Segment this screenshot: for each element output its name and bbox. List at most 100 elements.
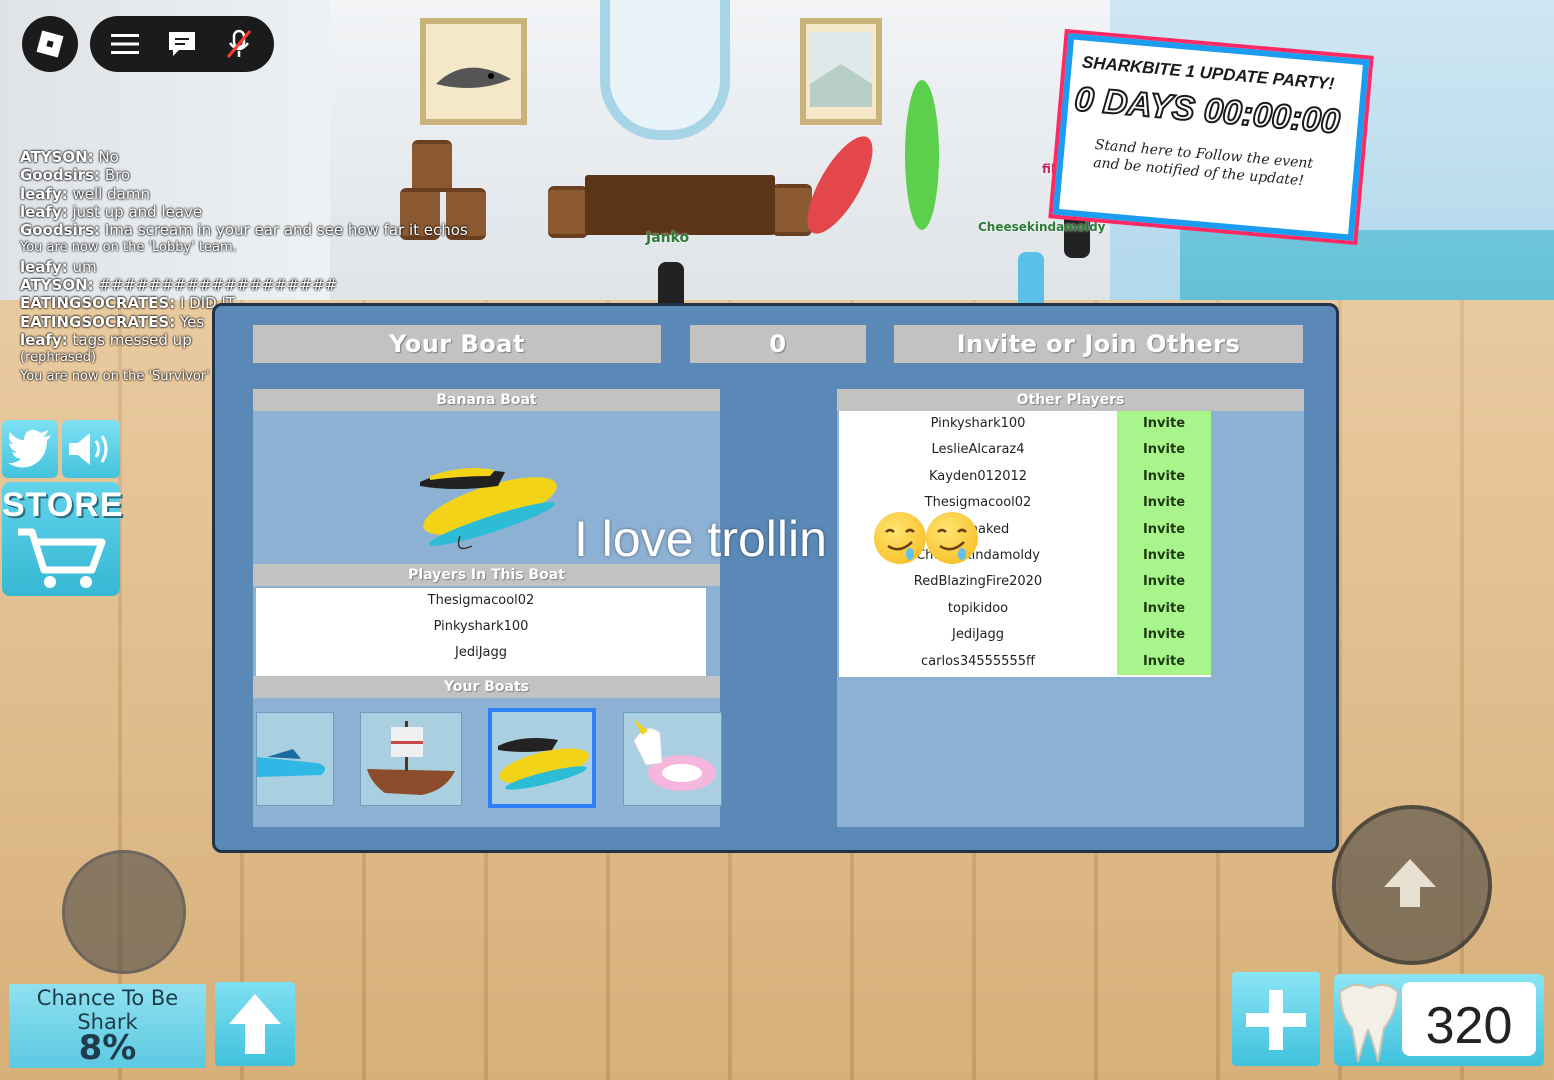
- counter-table: [585, 175, 775, 235]
- other-player-name: Pinkyshark100: [930, 416, 1026, 431]
- boat-dialog: Your Boat 0 Invite or Join Others Banana…: [212, 303, 1339, 853]
- life-ring-decoration: [600, 0, 730, 140]
- chat-author[interactable]: leafy:: [20, 185, 68, 203]
- boat-tile-banana-boat[interactable]: [488, 708, 596, 808]
- chat-message: leafy: well damn: [20, 185, 490, 203]
- green-kayak: [905, 80, 939, 230]
- store-button[interactable]: STORE: [2, 482, 124, 596]
- plus-icon: [1246, 990, 1306, 1050]
- shark-chance-box: Chance To Be Shark 8%: [9, 984, 206, 1068]
- chat-message: ATYSON: ###################: [20, 276, 490, 294]
- store-label: STORE: [2, 486, 124, 524]
- buy-teeth-button[interactable]: [1232, 972, 1320, 1066]
- nametag-cheese: Cheesekindamoldy: [978, 220, 1106, 234]
- chat-message: ATYSON: No: [20, 148, 490, 166]
- other-player-name: Kayden012012: [928, 468, 1028, 484]
- chat-author[interactable]: leafy:: [20, 203, 68, 221]
- barrel: [772, 184, 812, 236]
- barrel: [548, 186, 588, 238]
- your-boat-title: Your Boat: [253, 325, 661, 363]
- hamburger-icon[interactable]: [110, 30, 140, 58]
- other-player-row: Pinkyshark100 Invite: [839, 411, 1211, 438]
- invite-button[interactable]: Invite: [1117, 463, 1211, 491]
- chat-text: tags messed up: [67, 330, 192, 349]
- roblox-menu-button[interactable]: [22, 16, 78, 72]
- chat-author[interactable]: EATINGSOCRATES:: [20, 294, 175, 312]
- chat-text: ###################: [93, 276, 338, 295]
- jump-button[interactable]: [1332, 805, 1492, 965]
- boat-player-row: Thesigmacool02: [427, 593, 535, 608]
- chat-text: um: [67, 257, 97, 276]
- chat-author[interactable]: leafy:: [20, 331, 68, 349]
- roblox-logo-icon: [36, 30, 64, 58]
- invite-button[interactable]: Invite: [1117, 516, 1211, 543]
- teeth-count: 320: [1402, 982, 1536, 1056]
- invite-button[interactable]: Invite: [1117, 595, 1211, 623]
- invite-button[interactable]: Invite: [1117, 490, 1211, 517]
- tooth-icon: [1338, 983, 1400, 1063]
- boat-tile-speedboat[interactable]: [256, 712, 334, 806]
- other-player-name: carlos34555555ff: [921, 653, 1035, 669]
- chat-text: Yes: [175, 312, 205, 331]
- sound-button[interactable]: [62, 420, 120, 478]
- twitter-button[interactable]: [2, 420, 58, 478]
- invite-button[interactable]: Invite: [1117, 648, 1211, 675]
- movement-joystick[interactable]: [62, 850, 186, 974]
- chat-icon[interactable]: [167, 30, 197, 58]
- mic-muted-icon[interactable]: [224, 29, 254, 58]
- chat-author[interactable]: ATYSON:: [20, 148, 94, 166]
- other-player-name: JediJagg: [952, 627, 1004, 643]
- chat-message: Goodsirs: Ima scream in your ear and see…: [20, 221, 490, 239]
- chat-message: leafy: um: [20, 258, 490, 276]
- boat-name-header: Banana Boat: [253, 389, 720, 411]
- chat-text: No: [93, 148, 119, 166]
- arrow-up-icon: [229, 994, 281, 1054]
- chance-value: 8%: [78, 1028, 137, 1068]
- boat-tile-unicorn-float[interactable]: [623, 712, 722, 806]
- invite-button[interactable]: Invite: [1117, 542, 1211, 570]
- chance-label: Chance To Be Shark: [36, 986, 179, 1034]
- chat-text: You are now on the 'Lobby' team.: [20, 240, 237, 256]
- players-in-boat-list[interactable]: Thesigmacool02 Pinkyshark100 JediJagg: [256, 588, 706, 676]
- boat-count: 0: [690, 325, 866, 363]
- chat-text: just up and leave: [67, 202, 203, 221]
- other-player-name: LeslieAlcaraz4: [931, 442, 1025, 458]
- other-player-row: LeslieAlcaraz4 Invite: [839, 437, 1211, 464]
- other-player-row: JediJagg Invite: [839, 622, 1211, 649]
- twitter-icon: [8, 429, 51, 468]
- arrow-up-button[interactable]: [215, 982, 295, 1066]
- speaker-icon: [69, 433, 108, 465]
- banana-boat-preview: [420, 468, 557, 550]
- other-player-row: RedBlazingFire2020 Invite: [839, 569, 1211, 596]
- video-caption: I love trollin: [574, 511, 827, 567]
- cart-icon: [18, 528, 106, 588]
- chat-text: well damn: [67, 184, 150, 203]
- invite-button[interactable]: Invite: [1117, 437, 1211, 464]
- invite-button[interactable]: Invite: [1117, 569, 1211, 596]
- boat-tile-pirate-ship[interactable]: [360, 712, 462, 806]
- other-players-header: Other Players: [837, 389, 1304, 411]
- chat-author[interactable]: EATINGSOCRATES:: [20, 313, 175, 331]
- boat-player-row: Pinkyshark100: [433, 619, 529, 634]
- billboard-note: Stand here to Follow the event and be no…: [1092, 136, 1314, 190]
- other-player-row: carlos34555555ff Invite: [839, 648, 1211, 675]
- chat-author[interactable]: leafy:: [20, 258, 68, 276]
- jump-arrow-icon: [1384, 859, 1436, 907]
- chat-message: Goodsirs: Bro: [20, 166, 490, 184]
- other-player-name: RedBlazingFire2020: [913, 574, 1043, 590]
- top-toolbar: [90, 16, 274, 72]
- chat-author[interactable]: Goodsirs:: [20, 166, 100, 184]
- update-party-billboard: SHARKBITE 1 UPDATE PARTY! 0 DAYS 00:00:0…: [1052, 33, 1370, 241]
- drooling-face-emoji-icon: [926, 512, 978, 564]
- chat-author[interactable]: ATYSON:: [20, 276, 94, 294]
- drooling-face-emoji-icon: [874, 512, 926, 564]
- your-boats-header: Your Boats: [253, 676, 720, 698]
- chat-text: Bro: [100, 166, 131, 185]
- invite-button[interactable]: Invite: [1117, 411, 1211, 438]
- chat-message: You are now on the 'Lobby' team.: [20, 239, 490, 257]
- invite-button[interactable]: Invite: [1117, 622, 1211, 649]
- shark-painting: [420, 18, 527, 125]
- chat-author[interactable]: Goodsirs:: [20, 221, 100, 239]
- invite-join-button[interactable]: Invite or Join Others: [894, 325, 1303, 363]
- nametag-janko: Janko: [646, 230, 690, 246]
